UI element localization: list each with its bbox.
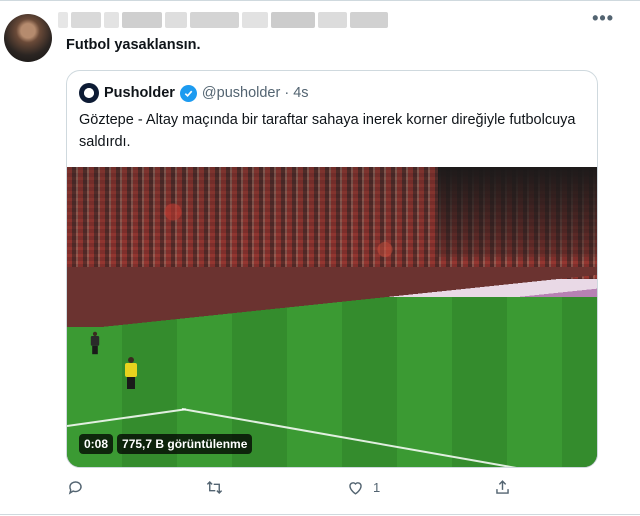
- retweet-button[interactable]: [205, 478, 224, 497]
- stadium-shadow: [438, 167, 597, 257]
- heart-icon: [349, 482, 362, 495]
- video-views: 775,7 B görüntülenme: [117, 434, 253, 454]
- avatar[interactable]: [4, 14, 52, 62]
- like-button[interactable]: 1: [346, 478, 380, 497]
- player-figure: [125, 357, 137, 389]
- tweet-text: Futbol yasaklansın.: [66, 37, 201, 53]
- quoted-tweet[interactable]: Pusholder @pusholder · 4s Göztepe - Alta…: [66, 70, 598, 468]
- tweet-card: ••• Futbol yasaklansın. Pusholder @pusho…: [0, 0, 640, 516]
- verified-badge-icon: [179, 84, 197, 102]
- quoted-author-handle: @pusholder · 4s: [201, 85, 309, 101]
- retweet-icon: [206, 480, 223, 495]
- like-count: 1: [373, 480, 381, 495]
- player-figure: [90, 331, 100, 355]
- more-options-icon[interactable]: •••: [592, 8, 614, 29]
- share-button[interactable]: [493, 478, 512, 497]
- video-overlay-badges: 0:08 775,7 B görüntülenme: [79, 434, 253, 454]
- video-player[interactable]: 0:08 775,7 B görüntülenme: [67, 167, 597, 467]
- quoted-author-name[interactable]: Pusholder: [104, 85, 175, 101]
- pitch-edge: [67, 267, 597, 327]
- reply-button[interactable]: [66, 478, 85, 497]
- reply-icon: [68, 481, 82, 495]
- quoted-tweet-header: Pusholder @pusholder · 4s: [79, 83, 309, 103]
- blurred-author-name: [58, 8, 388, 32]
- quoted-tweet-text: Göztepe - Altay maçında bir taraftar sah…: [79, 112, 576, 150]
- video-duration: 0:08: [79, 434, 114, 454]
- top-divider: [0, 0, 640, 1]
- quoted-avatar[interactable]: [79, 83, 99, 103]
- tweet-actions: 1: [60, 478, 520, 502]
- share-icon: [496, 480, 509, 494]
- bottom-divider: [0, 514, 640, 515]
